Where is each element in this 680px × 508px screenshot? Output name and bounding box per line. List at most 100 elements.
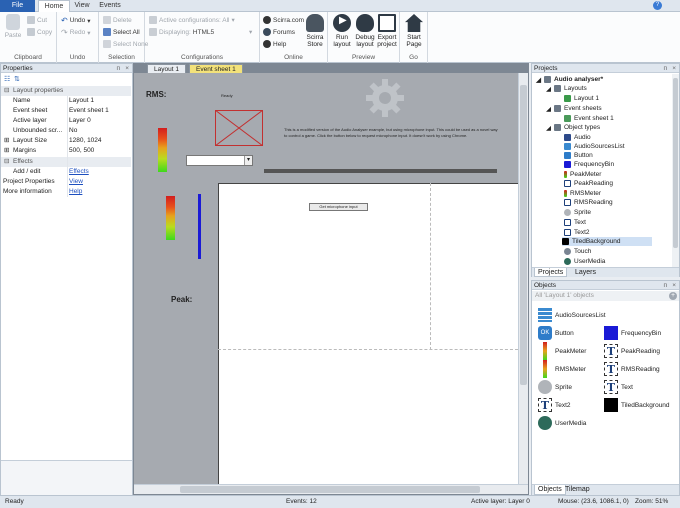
paste-button[interactable]: Paste <box>4 14 22 39</box>
forums-link[interactable]: Forums <box>263 28 295 36</box>
horizontal-scrollbar-thumb[interactable] <box>180 486 480 493</box>
effects-link[interactable]: Effects <box>69 167 89 177</box>
undo-button[interactable]: ↶ Undo ▾ <box>61 16 91 25</box>
tree-event-sheets-folder[interactable]: ◢ Event sheets <box>546 104 602 113</box>
audio-sources-dropdown[interactable]: ▾ <box>186 155 253 166</box>
tree-object-frequencybin[interactable]: FrequencyBin <box>564 160 614 169</box>
tab-tilemap[interactable]: Tilemap <box>562 485 593 495</box>
prop-row-active-layer[interactable]: Active layer Layer 0 <box>1 116 131 126</box>
description-text[interactable]: This is a modified version of the Audio … <box>284 127 498 139</box>
help-link[interactable]: Help <box>263 40 286 48</box>
tree-object-text[interactable]: Text <box>564 218 586 227</box>
pin-icon[interactable]: ᴨ <box>116 64 120 73</box>
object-button[interactable]: OK Button <box>538 325 574 341</box>
sprite-placeholder[interactable] <box>215 110 263 146</box>
prop-row-unbounded-scrolling[interactable]: Unbounded scr... No <box>1 126 131 136</box>
displaying-dropdown[interactable]: Displaying: HTML5 ▾ <box>149 28 252 36</box>
object-rmsmeter[interactable]: RMSMeter <box>538 360 586 378</box>
tree-event-sheet-1[interactable]: Event sheet 1 <box>564 114 614 123</box>
scirra-store-button[interactable]: Scirra Store <box>304 14 326 48</box>
rms-meter[interactable] <box>158 128 167 172</box>
copy-button[interactable]: Copy <box>27 28 52 36</box>
help-link[interactable]: Help <box>69 187 82 197</box>
tree-object-audiosourceslist[interactable]: AudioSourcesList <box>564 142 625 151</box>
horizontal-scrollbar[interactable] <box>134 484 528 494</box>
object-text2[interactable]: T Text2 <box>538 397 571 413</box>
tab-layout-1[interactable]: Layout 1 <box>147 64 186 73</box>
projects-scrollbar-thumb[interactable] <box>673 78 678 248</box>
select-all-button[interactable]: Select All <box>103 28 140 36</box>
tree-object-touch[interactable]: Touch <box>564 247 591 256</box>
tree-object-button[interactable]: Button <box>564 151 593 160</box>
select-none-button[interactable]: Select None <box>103 40 148 48</box>
tree-object-rmsreading[interactable]: RMSReading <box>564 198 613 207</box>
effects-category[interactable]: ⊟ Effects <box>1 157 131 167</box>
tree-object-audio[interactable]: Audio <box>564 133 591 142</box>
view-link[interactable]: View <box>69 177 83 187</box>
prop-row-more-information[interactable]: More information Help <box>1 187 131 197</box>
tree-object-tiledbackground[interactable]: TiledBackground <box>562 237 652 246</box>
objects-filter[interactable]: All 'Layout 1' objects <box>532 291 679 301</box>
gear-icon[interactable] <box>364 77 406 119</box>
scirra-com-link[interactable]: Scirra.com <box>263 16 304 24</box>
frequency-bar[interactable] <box>264 169 497 173</box>
close-icon[interactable]: × <box>672 64 676 73</box>
rms-label[interactable]: RMS: <box>146 90 166 99</box>
layout-canvas[interactable]: RMS: Ready This is a modified version of… <box>134 73 518 484</box>
sort-categorized-icon[interactable]: ☷ <box>4 75 10 83</box>
vertical-scrollbar[interactable] <box>518 73 528 484</box>
object-text[interactable]: T Text <box>604 379 633 395</box>
tree-root[interactable]: ◢ Audio analyser* <box>536 75 603 84</box>
peak-label[interactable]: Peak: <box>171 295 192 304</box>
tree-object-rmsmeter[interactable]: RMSMeter <box>564 189 601 198</box>
object-tiledbackground[interactable]: TiledBackground <box>604 397 670 413</box>
tree-object-types-folder[interactable]: ◢ Object types <box>546 123 600 132</box>
tab-events[interactable]: Events <box>96 0 124 12</box>
export-project-button[interactable]: Export project <box>376 14 398 48</box>
run-layout-button[interactable]: ▶ Run layout <box>331 14 353 48</box>
tab-layers[interactable]: Layers <box>572 268 599 277</box>
microphone-button[interactable]: Get microphone input <box>309 203 368 211</box>
tab-projects[interactable]: Projects <box>534 268 568 277</box>
prop-row-event-sheet[interactable]: Event sheet Event sheet 1 <box>1 106 131 116</box>
tab-file[interactable]: File <box>0 0 35 12</box>
tree-layouts-folder[interactable]: ◢ Layouts <box>546 84 587 93</box>
object-frequencybin[interactable]: FrequencyBin <box>604 325 661 341</box>
tree-object-sprite[interactable]: Sprite <box>564 208 591 217</box>
active-configurations-dropdown[interactable]: Active configurations: All ▾ <box>149 16 235 24</box>
prop-row-name[interactable]: Name Layout 1 <box>1 96 131 106</box>
sort-alphabetical-icon[interactable]: ⇅ <box>14 75 20 83</box>
tree-object-peakreading[interactable]: PeakReading <box>564 179 613 188</box>
object-usermedia[interactable]: UserMedia <box>538 415 586 431</box>
prop-row-margins[interactable]: ⊞ Margins 500, 500 <box>1 146 131 156</box>
add-object-icon[interactable]: + <box>669 292 677 300</box>
pin-icon[interactable]: ᴨ <box>663 281 667 290</box>
ready-text[interactable]: Ready <box>221 93 233 98</box>
frequency-bin[interactable] <box>198 194 201 259</box>
tree-object-text2[interactable]: Text2 <box>564 228 590 237</box>
projects-scrollbar[interactable] <box>672 74 679 267</box>
prop-row-add-edit[interactable]: Add / edit Effects <box>1 167 131 177</box>
object-peakmeter[interactable]: PeakMeter <box>538 342 586 360</box>
pin-icon[interactable]: ᴨ <box>663 64 667 73</box>
tree-object-usermedia[interactable]: UserMedia <box>564 257 605 266</box>
tab-objects[interactable]: Objects <box>534 485 566 495</box>
prop-row-layout-size[interactable]: ⊞ Layout Size 1280, 1024 <box>1 136 131 146</box>
object-rmsreading[interactable]: T RMSReading <box>604 361 660 377</box>
help-icon[interactable]: ? <box>653 1 662 10</box>
tab-event-sheet-1[interactable]: Event sheet 1 <box>189 64 243 73</box>
tab-view[interactable]: View <box>71 0 93 12</box>
redo-button[interactable]: ↷ Redo ▾ <box>61 28 91 37</box>
vertical-scrollbar-thumb[interactable] <box>520 85 527 385</box>
debug-layout-button[interactable]: Debug layout <box>354 14 376 48</box>
object-peakreading[interactable]: T PeakReading <box>604 343 660 359</box>
close-icon[interactable]: × <box>125 64 129 73</box>
layout-properties-category[interactable]: ⊟ Layout properties <box>1 86 131 96</box>
peak-meter[interactable] <box>166 196 175 240</box>
object-sprite[interactable]: Sprite <box>538 379 572 395</box>
object-audiosourceslist[interactable]: AudioSourcesList <box>538 307 606 323</box>
close-icon[interactable]: × <box>672 281 676 290</box>
tree-layout-1[interactable]: Layout 1 <box>564 94 599 103</box>
tree-object-peakmeter[interactable]: PeakMeter <box>564 170 601 179</box>
prop-row-project-properties[interactable]: Project Properties View <box>1 177 131 187</box>
